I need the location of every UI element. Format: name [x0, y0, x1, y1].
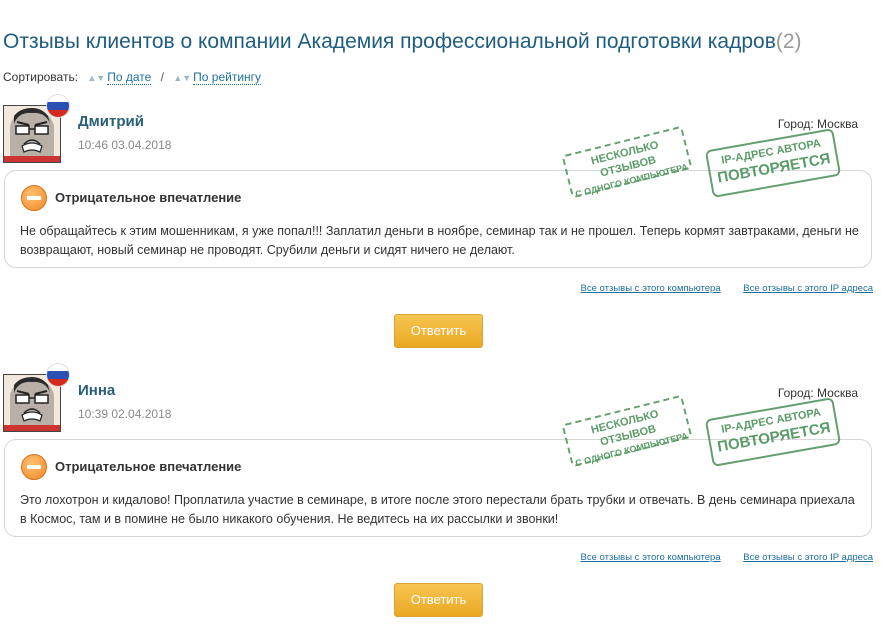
review-links: Все отзывы с этого компьютера Все отзывы…	[561, 552, 873, 563]
sort-separator: /	[160, 70, 164, 84]
sort-arrows-icon: ▲▼	[87, 73, 106, 83]
reviewer-city: Город: Москва	[777, 117, 858, 131]
all-reviews-from-computer-link[interactable]: Все отзывы с этого компьютера	[581, 283, 721, 294]
impression-label: Отрицательное впечатление	[55, 190, 242, 205]
impression-label: Отрицательное впечатление	[55, 459, 242, 474]
russia-flag-icon	[46, 363, 70, 387]
russia-flag-icon	[46, 94, 70, 118]
all-reviews-from-computer-link[interactable]: Все отзывы с этого компьютера	[581, 552, 721, 563]
review-links: Все отзывы с этого компьютера Все отзывы…	[561, 283, 873, 294]
page-title-text: Отзывы клиентов о компании Академия проф…	[3, 30, 776, 53]
review-item: Инна 10:39 02.04.2018 Город: Москва Отри…	[0, 363, 881, 621]
reply-button[interactable]: Ответить	[394, 583, 483, 617]
sort-by-rating-link[interactable]: По рейтингу	[193, 70, 262, 85]
sort-bar: Сортировать: ▲▼ По дате / ▲▼ По рейтингу	[3, 70, 262, 85]
reviewer-city: Город: Москва	[777, 386, 858, 400]
review-date: 10:46 03.04.2018	[78, 138, 172, 152]
review-text: Это лохотрон и кидалово! Проплатила учас…	[20, 493, 855, 526]
sort-by-date-link[interactable]: По дате	[107, 70, 152, 85]
all-reviews-from-ip-link[interactable]: Все отзывы с этого IP адреса	[743, 283, 873, 294]
negative-impression-icon	[21, 185, 47, 211]
sort-label: Сортировать:	[3, 70, 79, 84]
reviewer-name[interactable]: Инна	[78, 382, 115, 399]
sort-arrows-icon: ▲▼	[173, 73, 192, 83]
all-reviews-from-ip-link[interactable]: Все отзывы с этого IP адреса	[743, 552, 873, 563]
reviewer-name[interactable]: Дмитрий	[78, 113, 144, 130]
review-date: 10:39 02.04.2018	[78, 407, 172, 421]
reply-button[interactable]: Ответить	[394, 314, 483, 348]
review-text: Не обращайтесь к этим мошенникам, я уже …	[20, 224, 859, 257]
review-count: (2)	[775, 30, 802, 53]
negative-impression-icon	[21, 454, 47, 480]
review-item: Дмитрий 10:46 03.04.2018 Город: Москва О…	[0, 94, 881, 352]
page-title: Отзывы клиентов о компании Академия проф…	[3, 30, 802, 54]
